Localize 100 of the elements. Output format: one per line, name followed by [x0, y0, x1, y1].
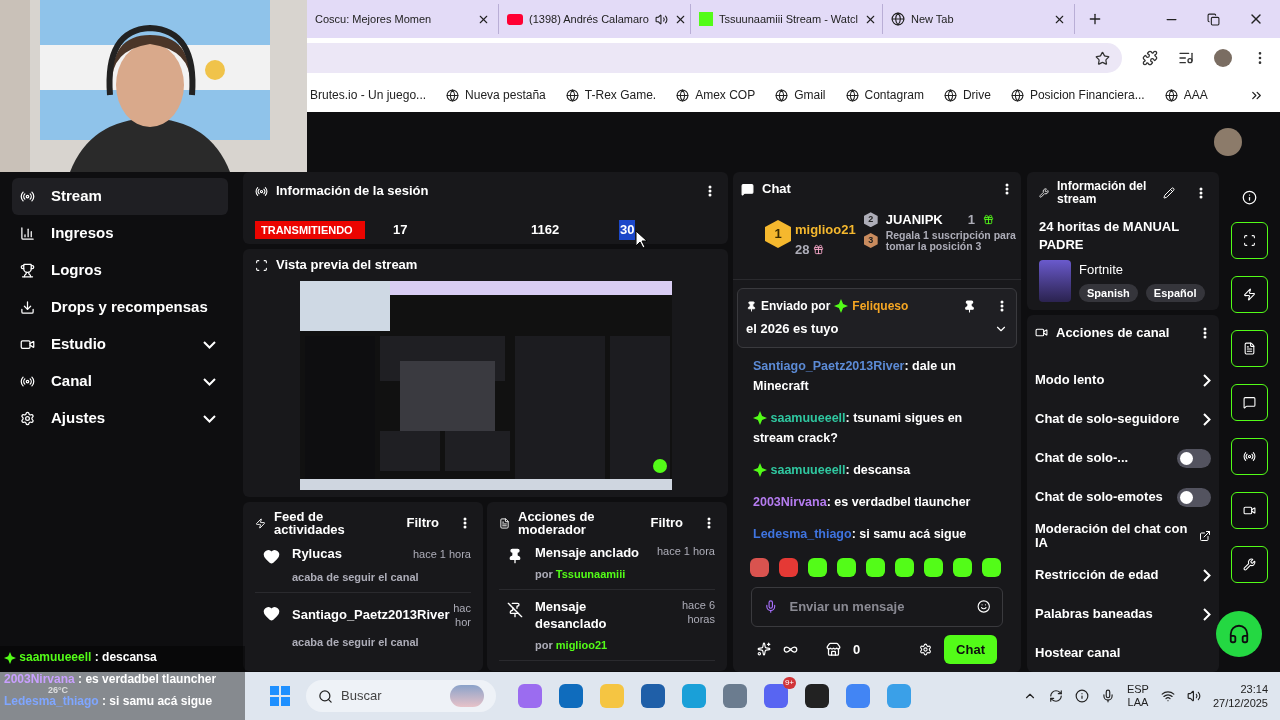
sidebar-item[interactable]: Ajustes — [12, 400, 228, 437]
restore-icon[interactable] — [1207, 12, 1220, 26]
browser-tab[interactable]: (1398) Andrés Calamaro — [499, 4, 691, 34]
more-options-icon[interactable] — [707, 517, 711, 529]
channel-action[interactable]: Chat de solo-seguidore — [1035, 399, 1211, 439]
more-options-icon[interactable] — [463, 517, 467, 529]
sidebar-item[interactable]: Estudio — [12, 326, 228, 363]
emote-icon[interactable] — [895, 557, 914, 577]
emote-icon[interactable] — [953, 557, 972, 577]
sidebar-item[interactable]: Drops y recompensas — [12, 289, 228, 326]
more-options-icon[interactable] — [708, 185, 712, 197]
rail-button[interactable] — [1231, 276, 1268, 313]
emoji-icon[interactable] — [976, 599, 990, 614]
channel-action[interactable]: Chat de solo-emotes — [1035, 477, 1211, 517]
app-icon[interactable] — [805, 684, 829, 708]
leaderboard-hint: Regala 1 suscripción para tomar la posición 3 — [885, 229, 1017, 252]
extensions-icon[interactable] — [1142, 50, 1158, 66]
activity-text: acaba de seguir el canal — [292, 635, 419, 648]
pinned-label: Enviado por — [761, 298, 831, 315]
windows-icon[interactable] — [270, 686, 290, 706]
bookmark[interactable]: AAA — [1164, 86, 1208, 104]
rail-button[interactable] — [1231, 330, 1268, 367]
more-options-icon[interactable] — [1203, 326, 1207, 339]
chat-message: Ledesma_thiago: si samu acá sigue — [753, 525, 968, 543]
stream-title: 24 horitas de MANUAL PADRE — [1039, 218, 1180, 254]
cursor-icon — [636, 231, 648, 249]
bookmark[interactable]: Posicion Financiera... — [1010, 86, 1145, 104]
rail-button[interactable] — [1231, 492, 1268, 529]
more-options-icon[interactable] — [1005, 183, 1009, 195]
speaker-icon[interactable] — [1186, 689, 1201, 703]
toggle-switch[interactable] — [1177, 487, 1211, 507]
message-field[interactable]: Enviar un mensaje — [751, 586, 1003, 627]
avatar[interactable] — [1214, 128, 1242, 156]
wifi-icon[interactable] — [1160, 689, 1175, 703]
filter-button[interactable]: Filtro — [650, 513, 683, 533]
emote-icon[interactable] — [982, 557, 1001, 577]
speaker-icon — [654, 12, 668, 26]
microphone-icon[interactable] — [1100, 689, 1115, 703]
sidebar-item[interactable]: Stream — [12, 178, 228, 215]
stat-value: 17 — [393, 221, 409, 239]
rail-button[interactable] — [1231, 222, 1268, 259]
media-icon[interactable] — [1178, 50, 1194, 66]
browser-tab[interactable]: New Tab — [883, 4, 1075, 34]
rail-button[interactable] — [1231, 384, 1268, 421]
emote-icon[interactable] — [808, 557, 827, 577]
nav-icon — [20, 300, 35, 315]
more-options-icon[interactable] — [1000, 300, 1004, 312]
bookmark[interactable]: Amex COP — [676, 86, 756, 104]
new-tab-icon[interactable] — [1087, 11, 1103, 27]
clock[interactable]: 23:14 27/12/2025 — [1212, 682, 1268, 710]
pin-icon[interactable] — [963, 299, 976, 313]
moderator-text: por miglioo21 — [535, 639, 608, 651]
channel-action[interactable]: Palabras baneadas — [1035, 594, 1211, 634]
search-input[interactable]: Buscar — [341, 686, 441, 706]
browser-tab[interactable]: Coscu: Mejores Momen — [307, 4, 499, 34]
gift-count: 1 — [967, 211, 975, 229]
edit-icon[interactable] — [1163, 187, 1175, 199]
user-name: miglioo21 — [795, 221, 856, 239]
emote-icon[interactable] — [866, 557, 885, 577]
tool-icon — [1243, 558, 1256, 571]
time-text: hace 1 hora — [656, 544, 715, 558]
user-name: Feliqueso — [852, 298, 910, 315]
info-icon[interactable] — [1074, 689, 1089, 703]
help-button[interactable] — [1216, 611, 1262, 657]
toggle-switch[interactable] — [1177, 448, 1211, 468]
language-indicator[interactable]: ESP LAA — [1126, 683, 1149, 709]
avatar[interactable] — [1214, 49, 1232, 67]
channel-action[interactable]: Restricción de edad — [1035, 555, 1211, 595]
emote-icon[interactable] — [837, 557, 856, 577]
sidebar-item[interactable]: Canal — [12, 363, 228, 400]
message-input[interactable]: Enviar un mensaje — [789, 596, 965, 617]
sync-icon[interactable] — [1048, 689, 1063, 703]
more-options-icon[interactable] — [1199, 187, 1203, 199]
tag[interactable]: Spanish — [1079, 283, 1138, 302]
bookmark[interactable]: Nueva pestaña — [446, 86, 546, 104]
bookmark[interactable]: Drive — [943, 86, 991, 104]
bookmark[interactable]: T-Rex Game. — [565, 86, 657, 104]
rail-button[interactable] — [1231, 546, 1268, 583]
star-icon[interactable] — [1095, 50, 1110, 66]
browser-tab[interactable]: Tssuunaamiii Stream - Watcl — [691, 4, 883, 34]
bookmark[interactable]: Contagram — [845, 86, 924, 104]
panel-title: Acciones de moderador — [518, 510, 596, 536]
bookmark[interactable]: Gmail — [775, 86, 826, 104]
settings-icon[interactable] — [919, 642, 933, 656]
search-field[interactable]: Buscar — [306, 680, 496, 712]
channel-action[interactable]: Chat de solo-... — [1035, 438, 1211, 478]
channel-action[interactable]: Moderación del chat con IA — [1035, 516, 1211, 556]
emote-icon[interactable] — [924, 557, 943, 577]
channel-action[interactable]: Hostear canal — [1035, 633, 1211, 672]
channel-action[interactable]: Modo lento — [1035, 360, 1211, 400]
sidebar-item[interactable]: Ingresos — [12, 215, 228, 252]
microphone-icon[interactable] — [764, 599, 778, 614]
filter-button[interactable]: Filtro — [406, 513, 439, 533]
rail-button[interactable] — [1231, 438, 1268, 475]
tag[interactable]: Español — [1145, 283, 1205, 302]
chat-button[interactable]: Chat — [944, 634, 997, 664]
panel-title: Feed de actividades — [274, 510, 346, 536]
sidebar-item[interactable]: Logros — [12, 252, 228, 289]
bookmark[interactable]: Brutes.io - Un juego... — [310, 86, 427, 104]
chevron-icon — [203, 340, 216, 349]
